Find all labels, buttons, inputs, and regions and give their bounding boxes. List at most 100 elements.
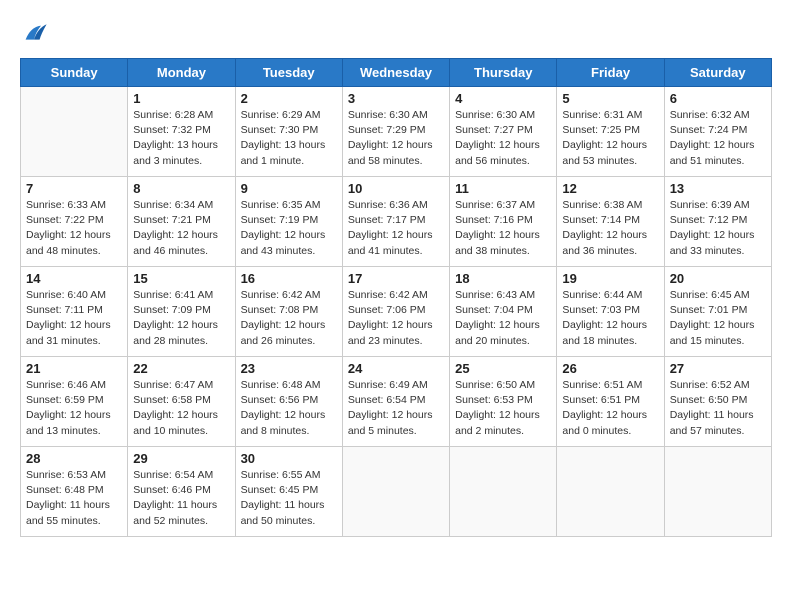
day-number: 17 [348,271,444,286]
calendar-cell: 22 Sunrise: 6:47 AMSunset: 6:58 PMDayligh… [128,357,235,447]
calendar-table: SundayMondayTuesdayWednesdayThursdayFrid… [20,58,772,537]
day-number: 9 [241,181,337,196]
calendar-cell [557,447,664,537]
day-number: 10 [348,181,444,196]
calendar-cell: 25 Sunrise: 6:50 AMSunset: 6:53 PMDayligh… [450,357,557,447]
day-info: Sunrise: 6:35 AMSunset: 7:19 PMDaylight:… [241,198,337,259]
day-number: 19 [562,271,658,286]
day-number: 7 [26,181,122,196]
day-number: 3 [348,91,444,106]
day-number: 23 [241,361,337,376]
calendar-week-row: 14 Sunrise: 6:40 AMSunset: 7:11 PMDayligh… [21,267,772,357]
day-info: Sunrise: 6:47 AMSunset: 6:58 PMDaylight:… [133,378,229,439]
day-info: Sunrise: 6:44 AMSunset: 7:03 PMDaylight:… [562,288,658,349]
day-info: Sunrise: 6:50 AMSunset: 6:53 PMDaylight:… [455,378,551,439]
day-number: 14 [26,271,122,286]
logo-icon [20,20,48,48]
day-number: 8 [133,181,229,196]
calendar-cell: 3Sunrise: 6:30 AMSunset: 7:29 PMDaylight… [342,87,449,177]
day-number: 20 [670,271,766,286]
calendar-week-row: 7 Sunrise: 6:33 AMSunset: 7:22 PMDaylight… [21,177,772,267]
calendar-cell: 13 Sunrise: 6:39 AMSunset: 7:12 PMDayligh… [664,177,771,267]
day-info: Sunrise: 6:38 AMSunset: 7:14 PMDaylight:… [562,198,658,259]
day-info: Sunrise: 6:29 AMSunset: 7:30 PMDaylight:… [241,108,337,169]
calendar-cell: 2 Sunrise: 6:29 AMSunset: 7:30 PMDaylight… [235,87,342,177]
day-info: Sunrise: 6:28 AMSunset: 7:32 PMDaylight:… [133,108,229,169]
day-info: Sunrise: 6:54 AMSunset: 6:46 PMDaylight:… [133,468,229,529]
day-number: 6 [670,91,766,106]
day-number: 15 [133,271,229,286]
day-number: 30 [241,451,337,466]
day-number: 2 [241,91,337,106]
day-info: Sunrise: 6:45 AMSunset: 7:01 PMDaylight:… [670,288,766,349]
page-header [20,20,772,48]
calendar-cell: 28 Sunrise: 6:53 AMSunset: 6:48 PMDayligh… [21,447,128,537]
calendar-cell [342,447,449,537]
calendar-cell: 29Sunrise: 6:54 AMSunset: 6:46 PMDayligh… [128,447,235,537]
calendar-cell: 17 Sunrise: 6:42 AMSunset: 7:06 PMDayligh… [342,267,449,357]
calendar-cell: 26 Sunrise: 6:51 AMSunset: 6:51 PMDayligh… [557,357,664,447]
day-number: 5 [562,91,658,106]
weekday-header-row: SundayMondayTuesdayWednesdayThursdayFrid… [21,59,772,87]
calendar-cell: 30 Sunrise: 6:55 AMSunset: 6:45 PMDayligh… [235,447,342,537]
day-info: Sunrise: 6:41 AMSunset: 7:09 PMDaylight:… [133,288,229,349]
weekday-header-thursday: Thursday [450,59,557,87]
calendar-cell: 4 Sunrise: 6:30 AMSunset: 7:27 PMDaylight… [450,87,557,177]
day-number: 18 [455,271,551,286]
weekday-header-monday: Monday [128,59,235,87]
day-info: Sunrise: 6:42 AMSunset: 7:08 PMDaylight:… [241,288,337,349]
logo [20,20,52,48]
calendar-cell: 12 Sunrise: 6:38 AMSunset: 7:14 PMDayligh… [557,177,664,267]
day-info: Sunrise: 6:53 AMSunset: 6:48 PMDaylight:… [26,468,122,529]
day-number: 27 [670,361,766,376]
day-info: Sunrise: 6:37 AMSunset: 7:16 PMDaylight:… [455,198,551,259]
day-info: Sunrise: 6:49 AMSunset: 6:54 PMDaylight:… [348,378,444,439]
calendar-cell: 16 Sunrise: 6:42 AMSunset: 7:08 PMDayligh… [235,267,342,357]
weekday-header-tuesday: Tuesday [235,59,342,87]
calendar-cell: 10 Sunrise: 6:36 AMSunset: 7:17 PMDayligh… [342,177,449,267]
calendar-week-row: 21Sunrise: 6:46 AMSunset: 6:59 PMDayligh… [21,357,772,447]
day-info: Sunrise: 6:39 AMSunset: 7:12 PMDaylight:… [670,198,766,259]
day-info: Sunrise: 6:43 AMSunset: 7:04 PMDaylight:… [455,288,551,349]
day-number: 16 [241,271,337,286]
day-number: 12 [562,181,658,196]
calendar-cell [21,87,128,177]
day-number: 28 [26,451,122,466]
day-info: Sunrise: 6:32 AMSunset: 7:24 PMDaylight:… [670,108,766,169]
day-info: Sunrise: 6:55 AMSunset: 6:45 PMDaylight:… [241,468,337,529]
day-number: 4 [455,91,551,106]
calendar-cell: 8Sunrise: 6:34 AMSunset: 7:21 PMDaylight… [128,177,235,267]
calendar-cell: 21Sunrise: 6:46 AMSunset: 6:59 PMDayligh… [21,357,128,447]
calendar-cell [450,447,557,537]
day-number: 22 [133,361,229,376]
day-number: 13 [670,181,766,196]
day-info: Sunrise: 6:48 AMSunset: 6:56 PMDaylight:… [241,378,337,439]
day-info: Sunrise: 6:42 AMSunset: 7:06 PMDaylight:… [348,288,444,349]
calendar-cell: 14 Sunrise: 6:40 AMSunset: 7:11 PMDayligh… [21,267,128,357]
day-info: Sunrise: 6:31 AMSunset: 7:25 PMDaylight:… [562,108,658,169]
weekday-header-friday: Friday [557,59,664,87]
day-info: Sunrise: 6:30 AMSunset: 7:27 PMDaylight:… [455,108,551,169]
calendar-week-row: 28 Sunrise: 6:53 AMSunset: 6:48 PMDayligh… [21,447,772,537]
day-number: 21 [26,361,122,376]
calendar-cell: 11Sunrise: 6:37 AMSunset: 7:16 PMDayligh… [450,177,557,267]
weekday-header-saturday: Saturday [664,59,771,87]
calendar-cell: 18 Sunrise: 6:43 AMSunset: 7:04 PMDayligh… [450,267,557,357]
day-info: Sunrise: 6:51 AMSunset: 6:51 PMDaylight:… [562,378,658,439]
calendar-cell: 19 Sunrise: 6:44 AMSunset: 7:03 PMDayligh… [557,267,664,357]
calendar-cell [664,447,771,537]
calendar-cell: 7 Sunrise: 6:33 AMSunset: 7:22 PMDaylight… [21,177,128,267]
day-number: 26 [562,361,658,376]
calendar-cell: 1 Sunrise: 6:28 AMSunset: 7:32 PMDaylight… [128,87,235,177]
day-info: Sunrise: 6:33 AMSunset: 7:22 PMDaylight:… [26,198,122,259]
day-number: 1 [133,91,229,106]
calendar-cell: 5 Sunrise: 6:31 AMSunset: 7:25 PMDaylight… [557,87,664,177]
day-info: Sunrise: 6:40 AMSunset: 7:11 PMDaylight:… [26,288,122,349]
day-info: Sunrise: 6:52 AMSunset: 6:50 PMDaylight:… [670,378,766,439]
day-number: 25 [455,361,551,376]
calendar-cell: 6 Sunrise: 6:32 AMSunset: 7:24 PMDaylight… [664,87,771,177]
day-info: Sunrise: 6:36 AMSunset: 7:17 PMDaylight:… [348,198,444,259]
calendar-cell: 27 Sunrise: 6:52 AMSunset: 6:50 PMDayligh… [664,357,771,447]
calendar-cell: 24Sunrise: 6:49 AMSunset: 6:54 PMDayligh… [342,357,449,447]
calendar-week-row: 1 Sunrise: 6:28 AMSunset: 7:32 PMDaylight… [21,87,772,177]
